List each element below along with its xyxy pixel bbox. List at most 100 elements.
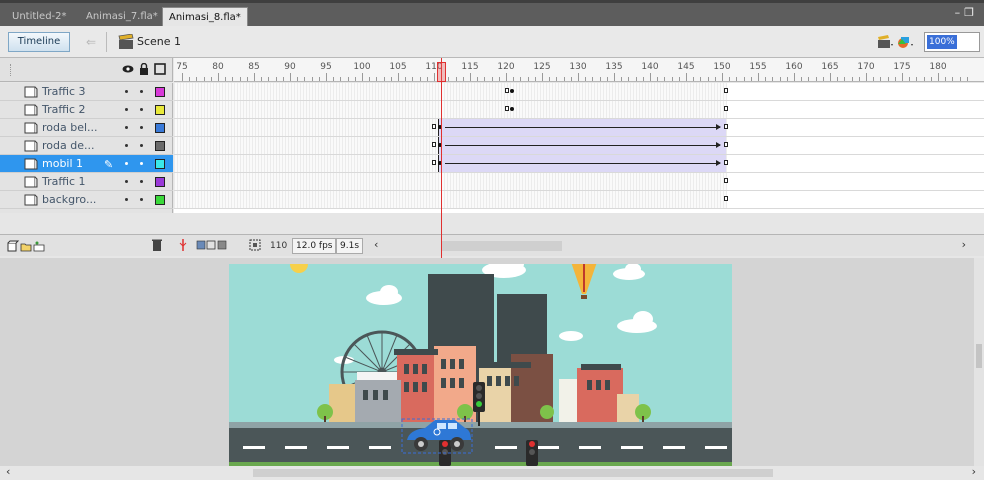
keyframe[interactable] — [432, 142, 436, 147]
layer-row[interactable]: Traffic 3 — [0, 83, 173, 101]
lock-dot[interactable] — [140, 198, 143, 201]
frame-row[interactable] — [174, 83, 984, 101]
keyframe-dot — [510, 89, 514, 93]
onion-skin-icons[interactable] — [196, 238, 236, 252]
scroll-thumb[interactable] — [442, 241, 562, 251]
lock-dot[interactable] — [140, 144, 143, 147]
lock-icon[interactable] — [138, 63, 150, 75]
visibility-dot[interactable] — [125, 90, 128, 93]
scroll-thumb[interactable] — [253, 469, 773, 477]
lock-dot[interactable] — [140, 162, 143, 165]
keyframe[interactable] — [432, 124, 436, 129]
visibility-dot[interactable] — [125, 180, 128, 183]
ruler-minor-tick — [419, 77, 421, 81]
scroll-right-arrow[interactable]: › — [972, 465, 976, 478]
eye-icon[interactable] — [122, 63, 134, 75]
lock-dot[interactable] — [140, 126, 143, 129]
timeline-toggle-button[interactable]: Timeline — [8, 32, 70, 52]
end-frame[interactable] — [724, 178, 728, 183]
layer-row[interactable]: backgro... — [0, 191, 173, 209]
ruler-minor-tick — [275, 77, 277, 81]
outline-color-swatch[interactable] — [155, 159, 165, 169]
outline-icon[interactable] — [154, 63, 166, 75]
frame-row[interactable] — [174, 155, 984, 173]
layer-actions[interactable] — [6, 239, 46, 253]
lock-dot[interactable] — [140, 108, 143, 111]
visibility-dot[interactable] — [125, 126, 128, 129]
layer-row[interactable]: Traffic 1 — [0, 173, 173, 191]
playhead[interactable] — [437, 62, 446, 82]
ruler-minor-tick — [333, 77, 335, 81]
edit-bar: Timeline ⇐ Scene 1 100% — [0, 26, 984, 58]
lock-dot[interactable] — [140, 180, 143, 183]
ruler-minor-tick — [945, 77, 947, 81]
center-frame-icon[interactable] — [178, 238, 188, 252]
zoom-input[interactable]: 100% — [924, 32, 980, 52]
ruler-tick — [938, 73, 939, 81]
layer-row[interactable]: roda de... — [0, 137, 173, 155]
visibility-dot[interactable] — [125, 108, 128, 111]
layer-row[interactable]: roda bel... — [0, 119, 173, 137]
outline-color-swatch[interactable] — [155, 141, 165, 151]
keyframe[interactable] — [505, 88, 509, 93]
outline-color-swatch[interactable] — [155, 177, 165, 187]
stage-horizontal-scrollbar[interactable]: ‹ › — [0, 465, 984, 480]
minimize-icon[interactable]: – — [955, 6, 965, 19]
end-frame[interactable] — [724, 160, 728, 165]
keyframe[interactable] — [505, 106, 509, 111]
doc-tab-animasi-8[interactable]: Animasi_8.fla* — [162, 7, 248, 26]
outline-color-swatch[interactable] — [155, 87, 165, 97]
outline-color-swatch[interactable] — [155, 105, 165, 115]
frame-ruler[interactable]: 75 80 85 90 95 100 105 110 115 120 125 130 135 140 145… — [174, 58, 984, 82]
stage-canvas[interactable] — [229, 264, 732, 466]
end-frame[interactable] — [724, 124, 728, 129]
scroll-left-arrow[interactable]: ‹ — [6, 465, 10, 478]
trash-icon[interactable] — [150, 238, 164, 252]
frame-row[interactable] — [174, 173, 984, 191]
playhead-line — [441, 58, 442, 266]
visibility-dot[interactable] — [125, 162, 128, 165]
restore-icon[interactable]: ❐ — [964, 6, 978, 19]
scroll-left-arrow[interactable]: ‹ — [374, 238, 378, 251]
outline-color-swatch[interactable] — [155, 195, 165, 205]
ruler-minor-tick — [203, 77, 205, 81]
back-arrow-icon[interactable]: ⇐ — [80, 34, 102, 50]
ruler-minor-tick — [491, 77, 493, 81]
outline-color-swatch[interactable] — [155, 123, 165, 133]
motion-tween[interactable] — [438, 155, 726, 172]
keyframe[interactable] — [432, 160, 436, 165]
doc-tab-animasi-7[interactable]: Animasi_7.fla* — [80, 7, 164, 26]
end-frame[interactable] — [724, 88, 728, 93]
frame-row[interactable] — [174, 119, 984, 137]
doc-tab-untitled[interactable]: Untitled-2* — [6, 7, 73, 26]
visibility-dot[interactable] — [125, 198, 128, 201]
current-frame[interactable]: 110 — [270, 239, 287, 253]
ruler-minor-tick — [369, 77, 371, 81]
timeline-scrollbar[interactable]: ‹ › — [372, 238, 966, 253]
ruler-minor-tick — [405, 77, 407, 81]
frame-rate[interactable]: 12.0 fps — [292, 238, 337, 254]
end-frame[interactable] — [724, 196, 728, 201]
lock-dot[interactable] — [140, 90, 143, 93]
edit-symbol-icons[interactable] — [876, 34, 920, 50]
frame-row[interactable] — [174, 101, 984, 119]
scroll-right-arrow[interactable]: › — [962, 238, 966, 251]
ruler-tick — [254, 73, 255, 81]
ruler-number: 130 — [569, 62, 587, 72]
ruler-number: 115 — [461, 62, 479, 72]
visibility-dot[interactable] — [125, 144, 128, 147]
ruler-number: 155 — [749, 62, 767, 72]
layer-row[interactable]: Traffic 2 — [0, 101, 173, 119]
frame-grid[interactable] — [174, 83, 984, 213]
motion-tween[interactable] — [438, 119, 726, 136]
end-frame[interactable] — [724, 106, 728, 111]
end-frame[interactable] — [724, 142, 728, 147]
edit-markers-icon[interactable] — [248, 238, 262, 252]
frame-row[interactable] — [174, 191, 984, 209]
frame-row[interactable] — [174, 137, 984, 155]
scroll-thumb[interactable] — [976, 344, 982, 368]
stage-vertical-scrollbar[interactable] — [974, 258, 984, 466]
motion-tween[interactable] — [438, 137, 726, 154]
panel-grip[interactable] — [10, 64, 12, 76]
layer-row[interactable]: mobil 1 ✎ — [0, 155, 173, 173]
